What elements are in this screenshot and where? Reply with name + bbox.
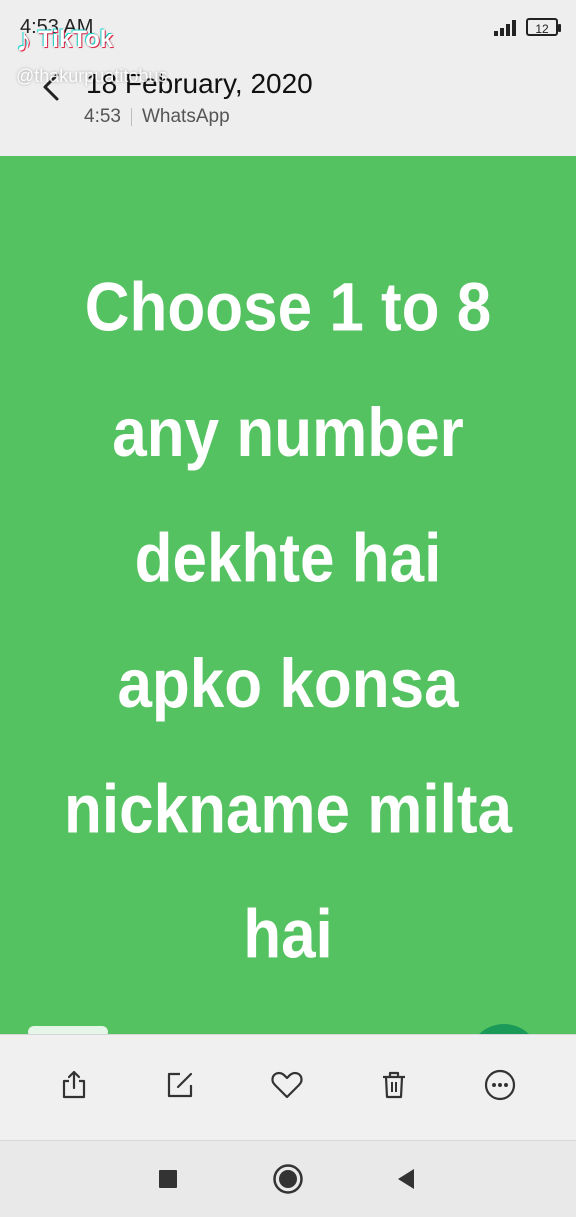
divider (130, 108, 132, 126)
system-nav-bar (0, 1140, 576, 1217)
photo-content: Choose 1 to 8 any number dekhte hai apko… (0, 156, 576, 1036)
text-line: apko konsa (117, 646, 459, 723)
edit-icon[interactable] (162, 1067, 198, 1103)
text-line: any number (112, 395, 464, 472)
signal-icon (494, 18, 516, 36)
text-line: Choose 1 to 8 (84, 270, 492, 347)
heart-icon[interactable] (269, 1067, 305, 1103)
photo-time: 4:53 (84, 106, 121, 127)
photo-meta: 4:53 WhatsApp (84, 106, 230, 128)
battery-level: 12 (535, 22, 549, 36)
trash-icon[interactable] (376, 1067, 412, 1103)
tiktok-brand: TikTok (38, 26, 114, 53)
text-line: nickname milta (64, 771, 512, 848)
tiktok-handle: @thakurpuatitobus (16, 66, 168, 86)
back-icon[interactable] (390, 1163, 422, 1195)
photo-text: Choose 1 to 8 any number dekhte hai apko… (0, 246, 576, 998)
recent-apps-icon[interactable] (152, 1163, 184, 1195)
share-icon[interactable] (56, 1067, 92, 1103)
home-icon[interactable] (272, 1163, 304, 1195)
battery-icon: 12 (526, 18, 561, 36)
photo-source: WhatsApp (141, 106, 230, 127)
photo-toolbar (0, 1034, 576, 1139)
text-line: hai (243, 897, 333, 974)
status-icons: 12 (494, 18, 561, 36)
tiktok-watermark: ♪ TikTok (16, 24, 113, 56)
text-line: dekhte hai (134, 521, 442, 597)
more-icon[interactable] (482, 1067, 518, 1103)
tiktok-logo-icon: ♪ (16, 22, 32, 58)
